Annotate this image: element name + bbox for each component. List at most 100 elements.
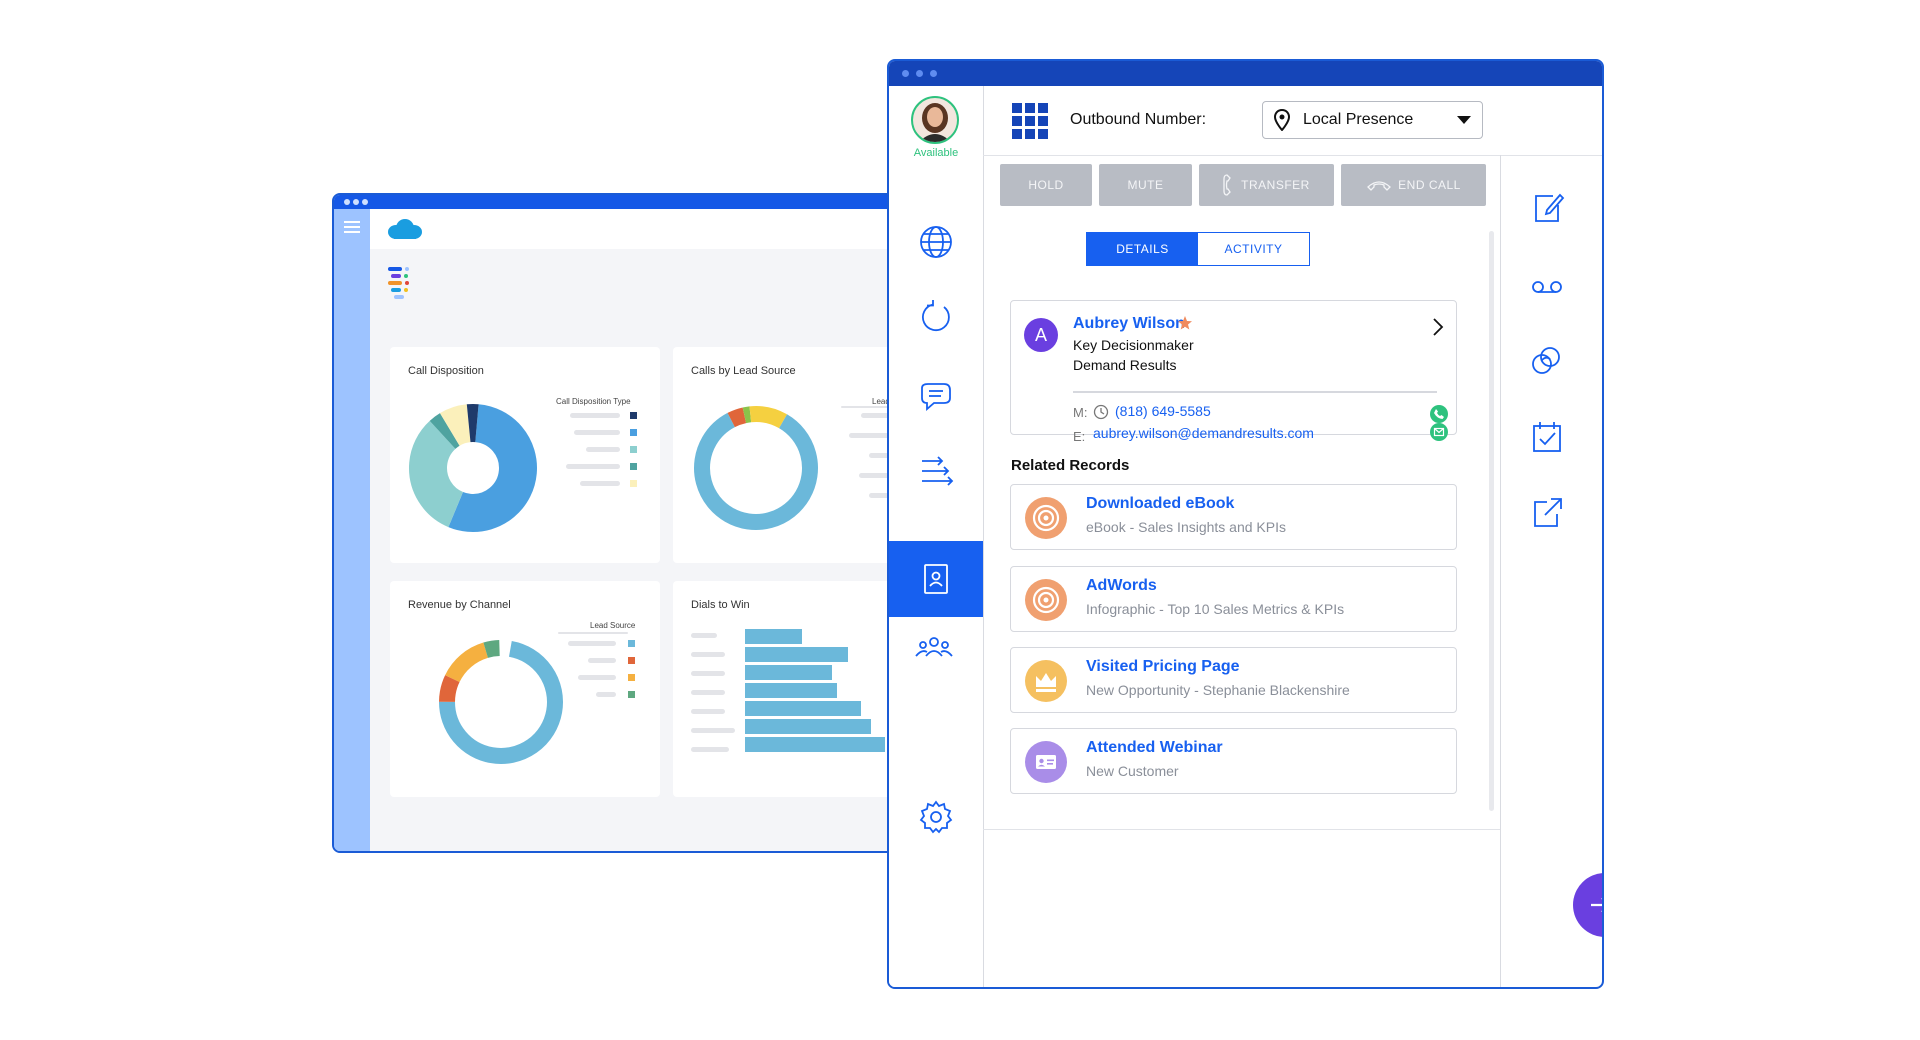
voicemail-icon[interactable] [1527,266,1567,306]
end-call-label: END CALL [1398,178,1461,192]
right-rail-divider [1500,155,1501,987]
revenue-by-channel-panel: Revenue by Channel Lead Source [390,581,660,797]
refresh-icon[interactable] [916,297,956,337]
end-call-button[interactable]: END CALL [1341,164,1486,206]
legend-swatch [630,412,637,419]
related-record-card[interactable]: Downloaded eBook eBook - Sales Insights … [1010,484,1457,550]
external-link-icon[interactable] [1527,493,1567,533]
chat-bubble-icon[interactable] [916,376,956,416]
hold-button[interactable]: HOLD [1000,164,1092,206]
target-icon [1025,497,1067,539]
dialer-nav-rail: Available [889,86,984,987]
phone-label: M: [1073,405,1088,420]
mute-label: MUTE [1127,178,1164,192]
contact-phone[interactable]: (818) 649-5585 [1115,403,1211,419]
calendar-check-icon[interactable] [1527,417,1567,457]
record-subtitle: Infographic - Top 10 Sales Metrics & KPI… [1086,601,1345,617]
edit-note-icon[interactable] [1527,188,1567,228]
bar-label [691,690,725,695]
call-disposition-donut-chart [409,404,537,532]
transfer-label: TRANSFER [1241,178,1310,192]
outbound-number-label: Outbound Number: [1070,111,1207,128]
scrollbar[interactable] [1489,231,1494,811]
legend-entry [568,641,616,646]
related-record-card[interactable]: Attended Webinar New Customer [1010,728,1457,794]
bar-label [691,652,725,657]
dialer-titlebar [889,61,1602,86]
bar [745,629,802,644]
panel-title: Call Disposition [408,365,484,377]
bar [745,665,832,680]
tab-activity[interactable]: ACTIVITY [1197,232,1310,266]
globe-icon[interactable] [916,222,956,262]
outbound-number-select[interactable]: Local Presence [1262,101,1483,139]
related-records-heading: Related Records [1011,457,1130,474]
hamburger-menu-icon[interactable] [344,221,360,233]
legend-entry [580,481,620,486]
window-dot [902,70,909,77]
panel-title: Dials to Win [691,599,750,611]
crown-icon [1025,660,1067,702]
window-dot [344,199,350,205]
window-dot [916,70,923,77]
email-label: E: [1073,429,1086,444]
agent-status: Available [913,147,959,159]
tab-details[interactable]: DETAILS [1086,232,1199,266]
legend-divider [558,632,628,634]
transfer-phone-icon [1223,174,1231,196]
chevron-right-icon[interactable] [1432,317,1444,337]
legend-entry [570,413,620,418]
bar [745,701,861,716]
legend-title: Call Disposition Type [556,397,631,406]
transfer-button[interactable]: TRANSFER [1199,164,1334,206]
legend-entry [588,658,616,663]
agent-avatar[interactable] [911,96,959,144]
panel-title: Calls by Lead Source [691,365,796,377]
legend-title: Lead Source [590,621,636,630]
id-card-icon [1025,741,1067,783]
legend-entry [566,464,620,469]
hold-label: HOLD [1028,178,1064,192]
legend-swatch [630,446,637,453]
dialpad-icon[interactable] [1012,103,1048,139]
arrow-right-icon [1591,898,1602,912]
call-phone-icon[interactable] [1430,405,1448,423]
send-email-icon[interactable] [1430,423,1448,441]
linked-circles-icon[interactable] [1527,341,1567,381]
contact-email[interactable]: aubrey.wilson@demandresults.com [1093,425,1314,441]
legend-entry [596,692,616,697]
app-logo-icon [388,267,409,299]
next-arrow-button[interactable] [1573,873,1602,937]
chevron-down-icon [1457,116,1471,124]
legend-entry [578,675,616,680]
contact-name[interactable]: Aubrey Wilson [1073,315,1185,333]
mute-button[interactable]: MUTE [1099,164,1192,206]
bar [745,647,848,662]
call-disposition-panel: Call Disposition Call Disposition Type [390,347,660,563]
panel-title: Revenue by Channel [408,599,511,611]
calls-by-lead-source-donut-chart [694,406,818,530]
record-title: Downloaded eBook [1086,495,1235,512]
bar [745,683,837,698]
legend-swatch [628,640,635,647]
favorite-star-icon[interactable] [1177,315,1193,331]
legend-entry [586,447,620,452]
dashboard-titlebar [334,195,968,209]
related-record-card[interactable]: Visited Pricing Page New Opportunity - S… [1010,647,1457,713]
revenue-by-channel-donut-chart [439,640,563,764]
settings-gear-icon[interactable] [916,797,956,837]
hang-up-icon [1367,181,1392,191]
legend-swatch [628,674,635,681]
legend-swatch [630,429,637,436]
window-dot [930,70,937,77]
transfer-arrows-icon[interactable] [916,451,956,491]
contact-card[interactable]: A Aubrey Wilson Key Decisionmaker Demand… [1010,300,1457,444]
bar-label [691,671,725,676]
team-icon[interactable] [914,628,954,668]
contact-avatar: A [1024,318,1058,352]
nav-item-contacts-active[interactable] [889,541,983,617]
bar-label [691,747,729,752]
outbound-number-value: Local Presence [1303,111,1414,128]
record-title: Attended Webinar [1086,739,1223,756]
related-record-card[interactable]: AdWords Infographic - Top 10 Sales Metri… [1010,566,1457,632]
